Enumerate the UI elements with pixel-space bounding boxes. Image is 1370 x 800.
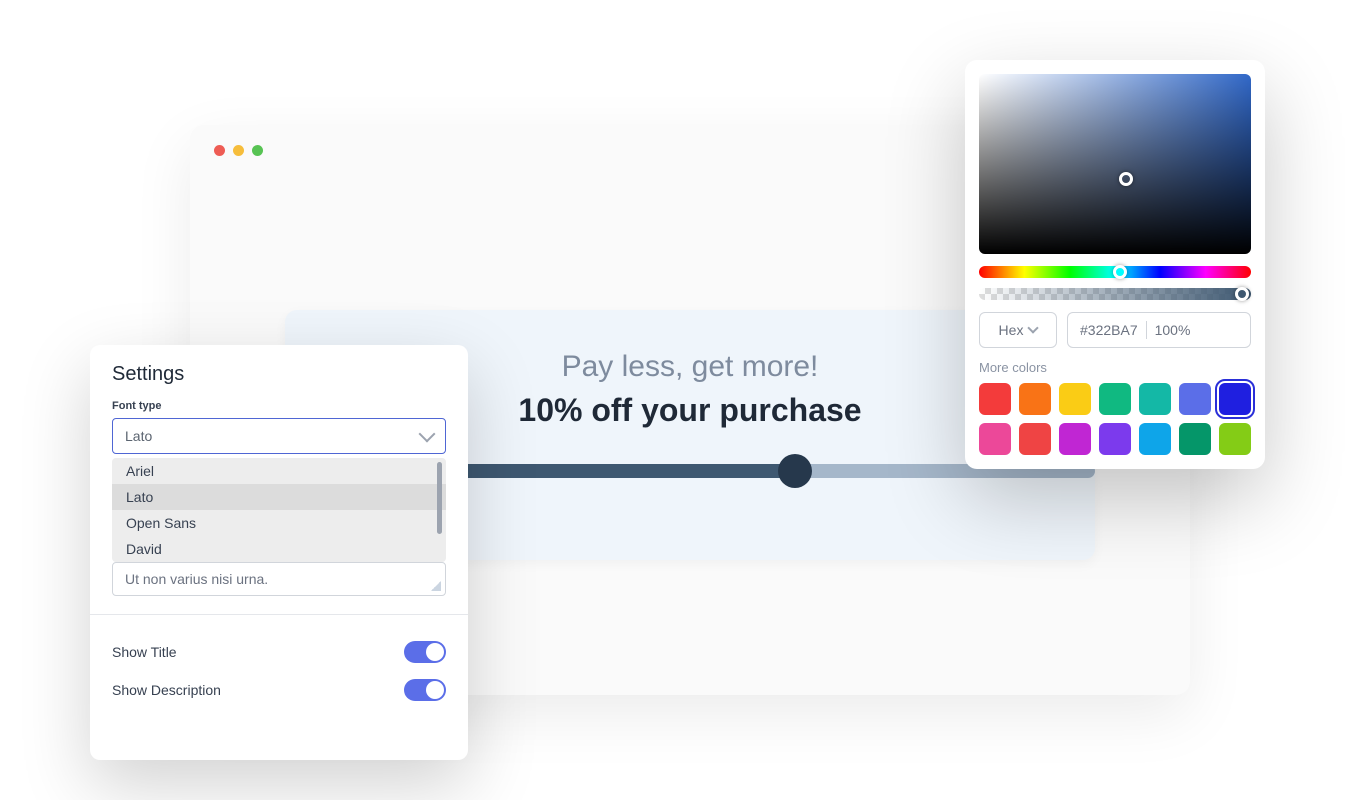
show-title-label: Show Title: [112, 644, 177, 660]
font-select[interactable]: Lato: [112, 418, 446, 454]
color-swatch[interactable]: [1179, 423, 1211, 455]
font-option[interactable]: David: [112, 536, 446, 562]
show-title-toggle[interactable]: [404, 641, 446, 663]
hue-slider[interactable]: [979, 266, 1251, 278]
hex-value: #322BA7: [1080, 322, 1138, 338]
show-description-row: Show Description: [90, 671, 468, 709]
alpha-value: 100%: [1155, 322, 1191, 338]
close-icon[interactable]: [214, 145, 225, 156]
alpha-slider[interactable]: [979, 288, 1251, 300]
minimize-icon[interactable]: [233, 145, 244, 156]
toggle-knob: [426, 643, 444, 661]
format-value: Hex: [999, 322, 1024, 338]
text-input[interactable]: Ut non varius nisi urna.: [112, 562, 446, 596]
separator: [1146, 321, 1147, 339]
hex-input[interactable]: #322BA7 100%: [1067, 312, 1251, 348]
chevron-down-icon: [1028, 322, 1039, 333]
color-swatch[interactable]: [1099, 383, 1131, 415]
color-swatch[interactable]: [1019, 383, 1051, 415]
gradient-cursor[interactable]: [1119, 172, 1133, 186]
textarea-value: Ut non varius nisi urna.: [125, 571, 268, 587]
color-swatch[interactable]: [1099, 423, 1131, 455]
divider: [90, 614, 468, 615]
color-swatch[interactable]: [1019, 423, 1051, 455]
color-picker: Hex #322BA7 100% More colors: [965, 60, 1265, 469]
font-option[interactable]: Open Sans: [112, 510, 446, 536]
color-swatch[interactable]: [1219, 383, 1251, 415]
font-option[interactable]: Ariel: [112, 458, 446, 484]
color-swatch[interactable]: [979, 423, 1011, 455]
swatch-grid: [979, 383, 1251, 455]
alpha-thumb[interactable]: [1235, 287, 1249, 301]
scrollbar[interactable]: [437, 462, 442, 534]
saturation-gradient[interactable]: [979, 74, 1251, 254]
slider-thumb[interactable]: [778, 454, 812, 488]
maximize-icon[interactable]: [252, 145, 263, 156]
hue-thumb[interactable]: [1113, 265, 1127, 279]
settings-panel: Settings Font type Lato Ariel Lato Open …: [90, 345, 468, 760]
color-swatch[interactable]: [1139, 383, 1171, 415]
color-swatch[interactable]: [979, 383, 1011, 415]
font-dropdown: Ariel Lato Open Sans David: [112, 458, 446, 562]
more-colors-label: More colors: [979, 360, 1251, 375]
color-format-select[interactable]: Hex: [979, 312, 1057, 348]
promo-title: Pay less, get more!: [562, 350, 819, 384]
show-description-toggle[interactable]: [404, 679, 446, 701]
promo-subtitle: 10% off your purchase: [518, 392, 861, 429]
resize-handle-icon[interactable]: [431, 581, 441, 591]
settings-heading: Settings: [90, 363, 468, 400]
chevron-down-icon: [419, 426, 436, 443]
color-swatch[interactable]: [1059, 423, 1091, 455]
font-type-label: Font type: [90, 400, 468, 418]
color-swatch[interactable]: [1059, 383, 1091, 415]
color-swatch[interactable]: [1179, 383, 1211, 415]
color-swatch[interactable]: [1219, 423, 1251, 455]
show-title-row: Show Title: [90, 633, 468, 671]
font-selected-value: Lato: [125, 428, 152, 444]
color-swatch[interactable]: [1139, 423, 1171, 455]
toggle-knob: [426, 681, 444, 699]
font-option[interactable]: Lato: [112, 484, 446, 510]
show-description-label: Show Description: [112, 682, 221, 698]
